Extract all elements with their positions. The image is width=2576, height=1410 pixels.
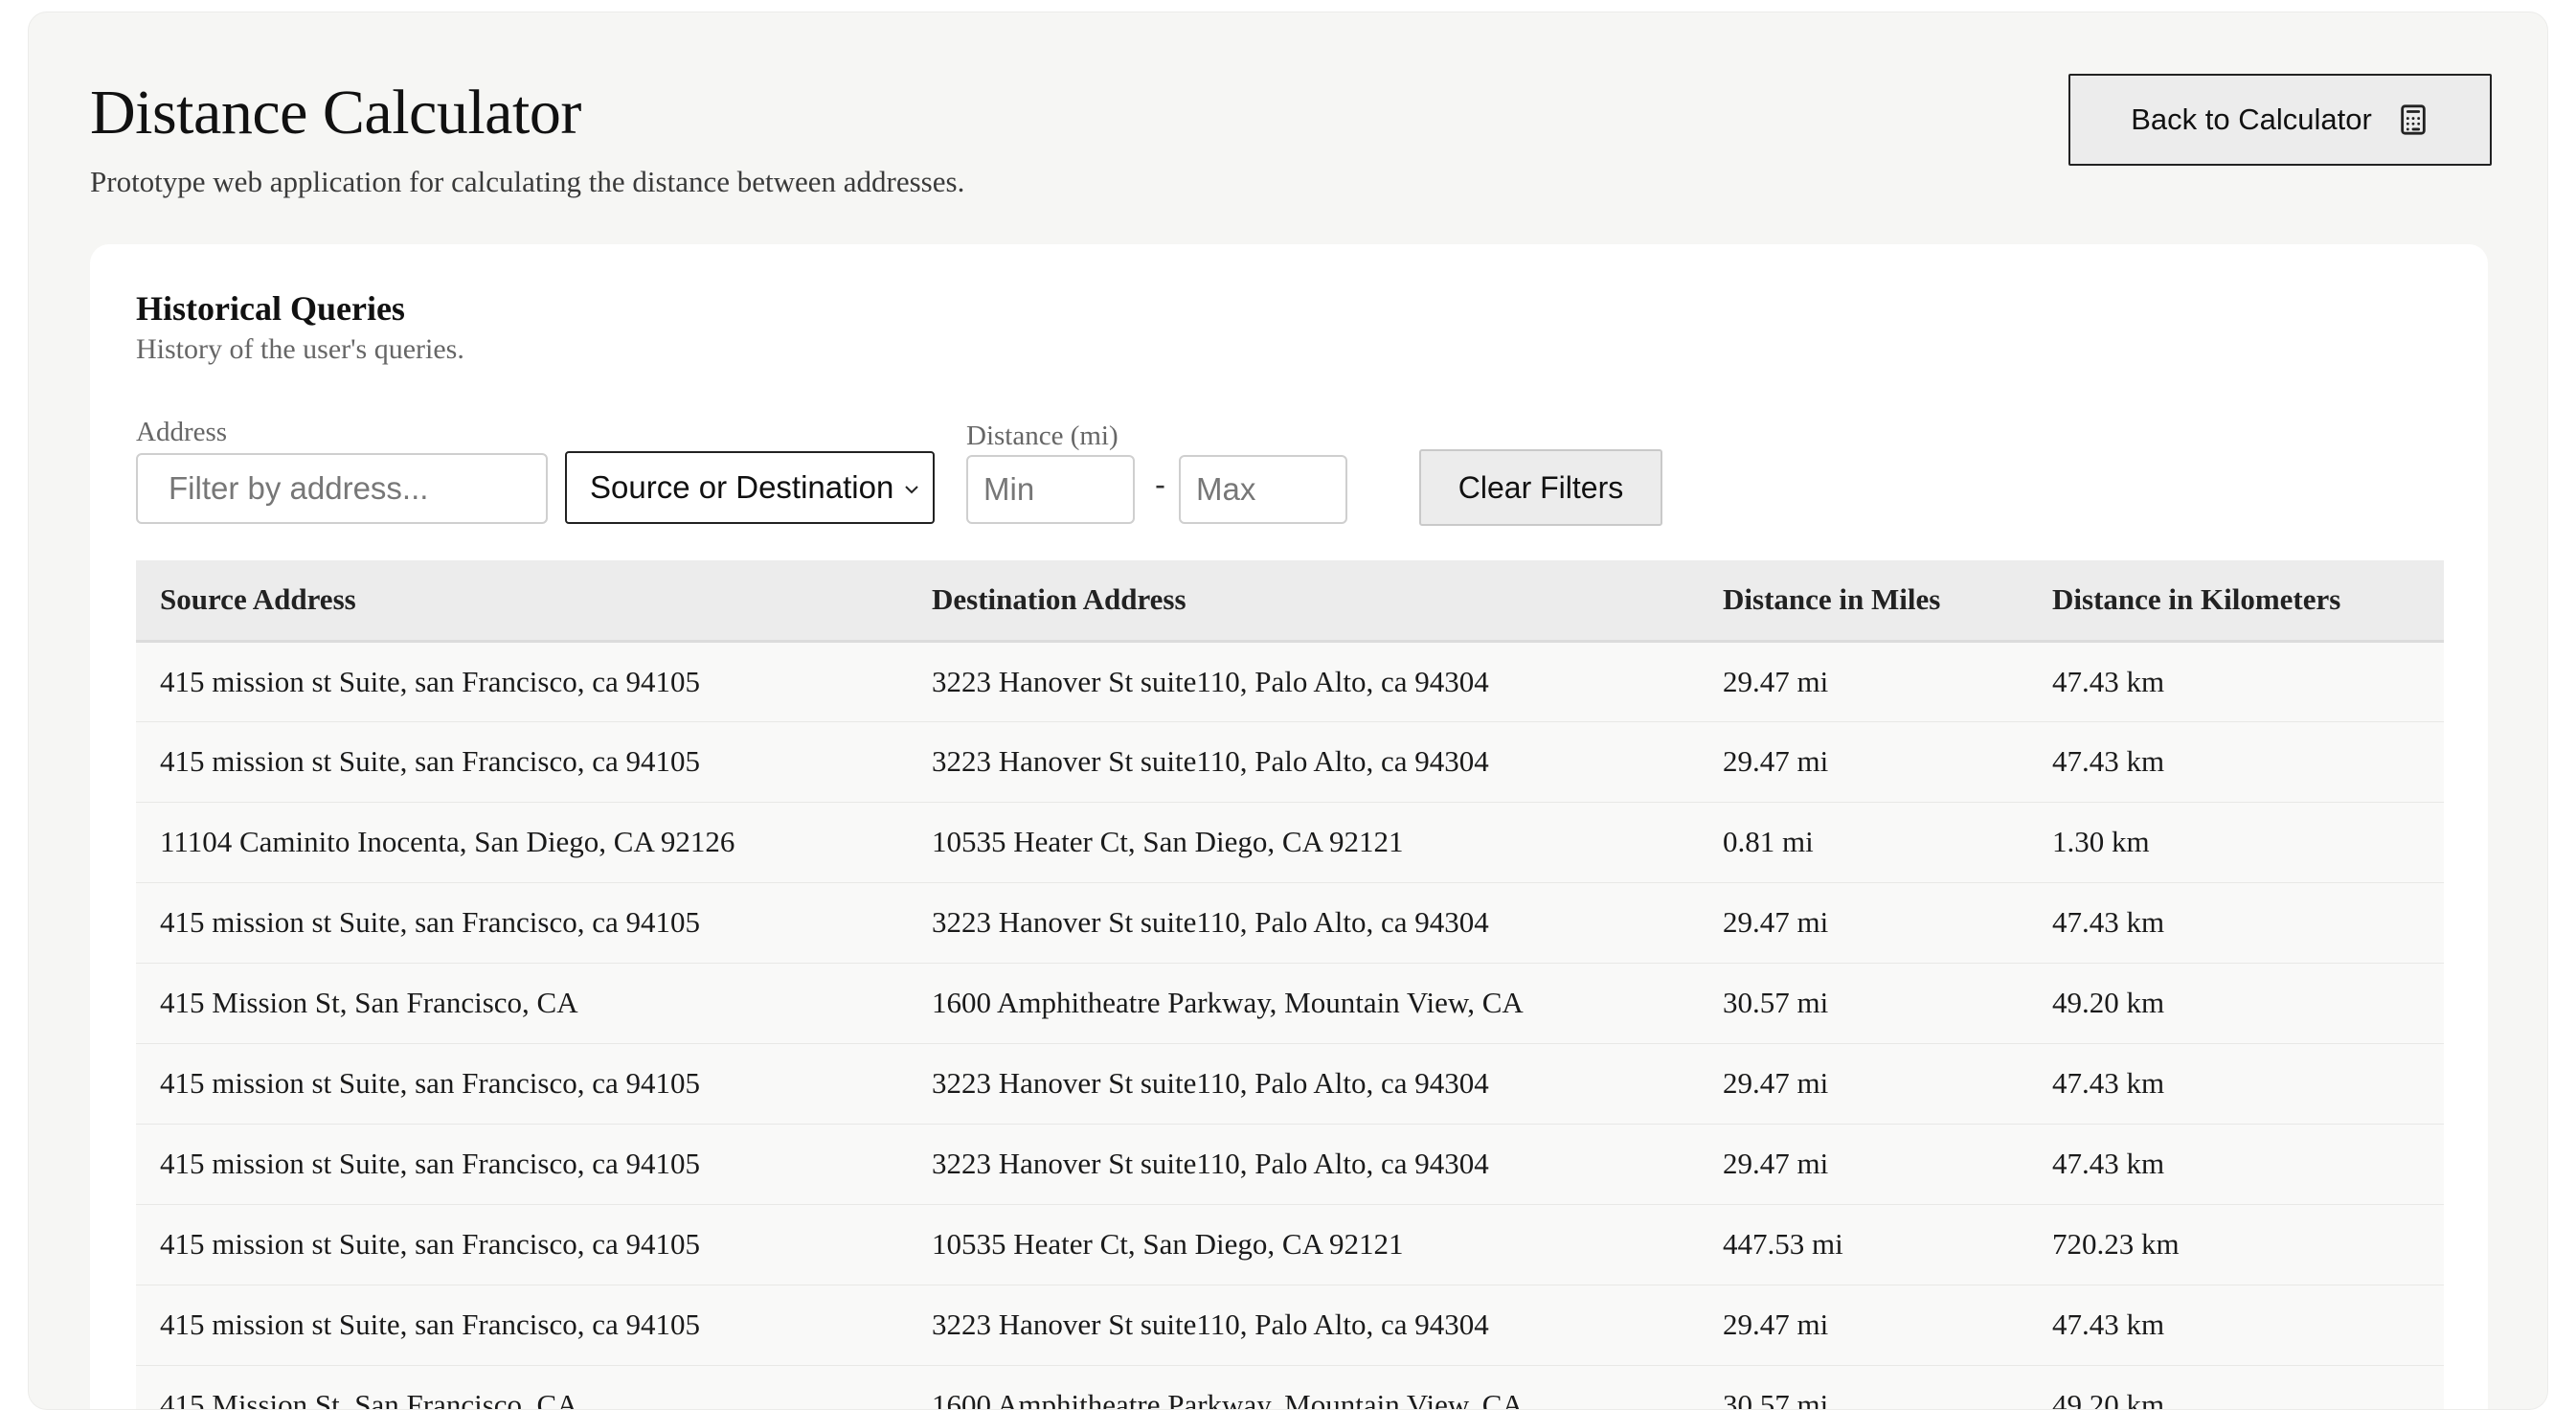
destination-address-cell: 3223 Hanover St suite110, Palo Alto, ca …: [932, 1066, 1489, 1100]
distance-miles-cell: 29.47 mi: [1723, 1066, 1829, 1100]
distance-miles-cell: 29.47 mi: [1723, 1147, 1829, 1180]
column-header-kilometers[interactable]: Distance in Kilometers: [2028, 560, 2444, 641]
distance-km-cell: 1.30 km: [2052, 825, 2150, 858]
distance-miles-cell: 0.81 mi: [1723, 825, 1814, 858]
source-address-cell: 415 mission st Suite, san Francisco, ca …: [160, 1066, 700, 1100]
source-address-cell: 415 Mission St, San Francisco, CA: [160, 1388, 578, 1410]
app-container: Distance Calculator Prototype web applic…: [28, 11, 2548, 1410]
address-type-select[interactable]: Source or Destination: [565, 451, 935, 524]
destination-address-cell: 3223 Hanover St suite110, Palo Alto, ca …: [932, 1147, 1489, 1180]
table-body: 415 mission st Suite, san Francisco, ca …: [136, 641, 2444, 1410]
distance-miles-cell: 29.47 mi: [1723, 905, 1829, 939]
column-header-source[interactable]: Source Address: [136, 560, 908, 641]
historical-queries-card: Historical Queries History of the user's…: [90, 244, 2488, 1410]
destination-address-cell: 1600 Amphitheatre Parkway, Mountain View…: [932, 986, 1524, 1019]
address-filter-label: Address: [136, 417, 228, 447]
source-address-cell: 415 mission st Suite, san Francisco, ca …: [160, 1308, 700, 1341]
destination-address-cell: 1600 Amphitheatre Parkway, Mountain View…: [932, 1388, 1524, 1410]
distance-km-cell: 47.43 km: [2052, 905, 2165, 939]
table-row[interactable]: 415 mission st Suite, san Francisco, ca …: [136, 1285, 2444, 1365]
card-description: History of the user's queries.: [136, 333, 464, 365]
distance-max-input[interactable]: [1179, 455, 1347, 524]
destination-address-cell: 10535 Heater Ct, San Diego, CA 92121: [932, 1227, 1404, 1261]
destination-address-cell: 3223 Hanover St suite110, Palo Alto, ca …: [932, 1308, 1489, 1341]
address-filter-input[interactable]: [136, 453, 548, 524]
distance-min-input[interactable]: [966, 455, 1135, 524]
calculator-icon: [2401, 104, 2426, 135]
source-address-cell: 415 Mission St, San Francisco, CA: [160, 986, 578, 1019]
distance-km-cell: 47.43 km: [2052, 1066, 2165, 1100]
distance-miles-cell: 29.47 mi: [1723, 744, 1829, 778]
distance-km-cell: 49.20 km: [2052, 1388, 2165, 1410]
column-header-miles[interactable]: Distance in Miles: [1699, 560, 2028, 641]
distance-miles-cell: 29.47 mi: [1723, 664, 1829, 698]
table-row[interactable]: 415 mission st Suite, san Francisco, ca …: [136, 641, 2444, 721]
range-separator: -: [1155, 466, 1165, 502]
destination-address-cell: 3223 Hanover St suite110, Palo Alto, ca …: [932, 744, 1489, 778]
table-row[interactable]: 11104 Caminito Inocenta, San Diego, CA 9…: [136, 802, 2444, 882]
destination-address-cell: 10535 Heater Ct, San Diego, CA 92121: [932, 825, 1404, 858]
clear-filters-button[interactable]: Clear Filters: [1419, 449, 1662, 526]
column-header-destination[interactable]: Destination Address: [908, 560, 1699, 641]
distance-miles-cell: 447.53 mi: [1723, 1227, 1843, 1261]
distance-miles-cell: 29.47 mi: [1723, 1308, 1829, 1341]
distance-filter-label: Distance (mi): [966, 421, 1119, 451]
card-title: Historical Queries: [136, 289, 405, 328]
distance-km-cell: 720.23 km: [2052, 1227, 2180, 1261]
table-row[interactable]: 415 mission st Suite, san Francisco, ca …: [136, 721, 2444, 802]
page-title: Distance Calculator: [90, 78, 581, 148]
distance-km-cell: 47.43 km: [2052, 664, 2165, 698]
table-row[interactable]: 415 mission st Suite, san Francisco, ca …: [136, 1043, 2444, 1124]
table-row[interactable]: 415 Mission St, San Francisco, CA 1600 Am…: [136, 1365, 2444, 1410]
distance-km-cell: 47.43 km: [2052, 1147, 2165, 1180]
destination-address-cell: 3223 Hanover St suite110, Palo Alto, ca …: [932, 905, 1489, 939]
source-address-cell: 415 mission st Suite, san Francisco, ca …: [160, 905, 700, 939]
table-row[interactable]: 415 mission st Suite, san Francisco, ca …: [136, 882, 2444, 963]
destination-address-cell: 3223 Hanover St suite110, Palo Alto, ca …: [932, 664, 1489, 698]
source-address-cell: 415 mission st Suite, san Francisco, ca …: [160, 1147, 700, 1180]
distance-km-cell: 47.43 km: [2052, 1308, 2165, 1341]
table-row[interactable]: 415 mission st Suite, san Francisco, ca …: [136, 1204, 2444, 1285]
source-address-cell: 415 mission st Suite, san Francisco, ca …: [160, 744, 700, 778]
history-table: Source Address Destination Address Dista…: [136, 560, 2444, 1410]
distance-miles-cell: 30.57 mi: [1723, 1388, 1829, 1410]
distance-km-cell: 47.43 km: [2052, 744, 2165, 778]
source-address-cell: 11104 Caminito Inocenta, San Diego, CA 9…: [160, 825, 735, 858]
source-address-cell: 415 mission st Suite, san Francisco, ca …: [160, 664, 700, 698]
address-type-selected-value: Source or Destination: [590, 469, 894, 505]
table-header-row: Source Address Destination Address Dista…: [136, 560, 2444, 641]
distance-km-cell: 49.20 km: [2052, 986, 2165, 1019]
back-to-calculator-button[interactable]: Back to Calculator: [2068, 74, 2492, 166]
chevron-down-icon: [905, 486, 918, 494]
source-address-cell: 415 mission st Suite, san Francisco, ca …: [160, 1227, 700, 1261]
table-row[interactable]: 415 mission st Suite, san Francisco, ca …: [136, 1124, 2444, 1204]
page-subtitle: Prototype web application for calculatin…: [90, 165, 965, 198]
back-to-calculator-label: Back to Calculator: [2131, 102, 2372, 136]
table-row[interactable]: 415 Mission St, San Francisco, CA 1600 Am…: [136, 963, 2444, 1043]
distance-miles-cell: 30.57 mi: [1723, 986, 1829, 1019]
history-table-container: Source Address Destination Address Dista…: [136, 560, 2444, 1410]
